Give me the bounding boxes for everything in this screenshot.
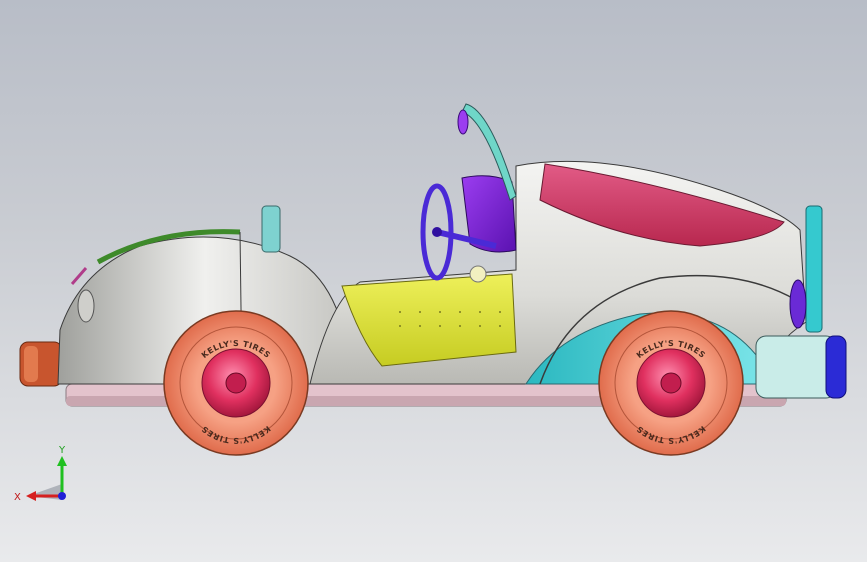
- z-axis-dot: [58, 492, 66, 500]
- rear-post: [261, 205, 281, 253]
- y-axis-label: Y: [58, 445, 66, 456]
- rear-wheel[interactable]: KELLY'S TIRES KELLY'S TIRES: [163, 310, 309, 456]
- front-bumper[interactable]: [755, 335, 847, 399]
- x-axis-label: X: [14, 492, 21, 503]
- tail-lamp: [70, 267, 88, 285]
- rear-fender-badge: [77, 289, 95, 323]
- 3d-viewport[interactable]: KELLY'S TIRES KELLY'S TIRES KELLY'S TIRE…: [0, 0, 867, 562]
- front-wheel[interactable]: KELLY'S TIRES KELLY'S TIRES: [598, 310, 744, 456]
- car-model[interactable]: KELLY'S TIRES KELLY'S TIRES KELLY'S TIRE…: [0, 0, 867, 562]
- gear-knob: [469, 265, 487, 283]
- mirror: [457, 109, 469, 135]
- axis-triad: Y X: [14, 445, 67, 503]
- rear-bumper[interactable]: [19, 341, 63, 387]
